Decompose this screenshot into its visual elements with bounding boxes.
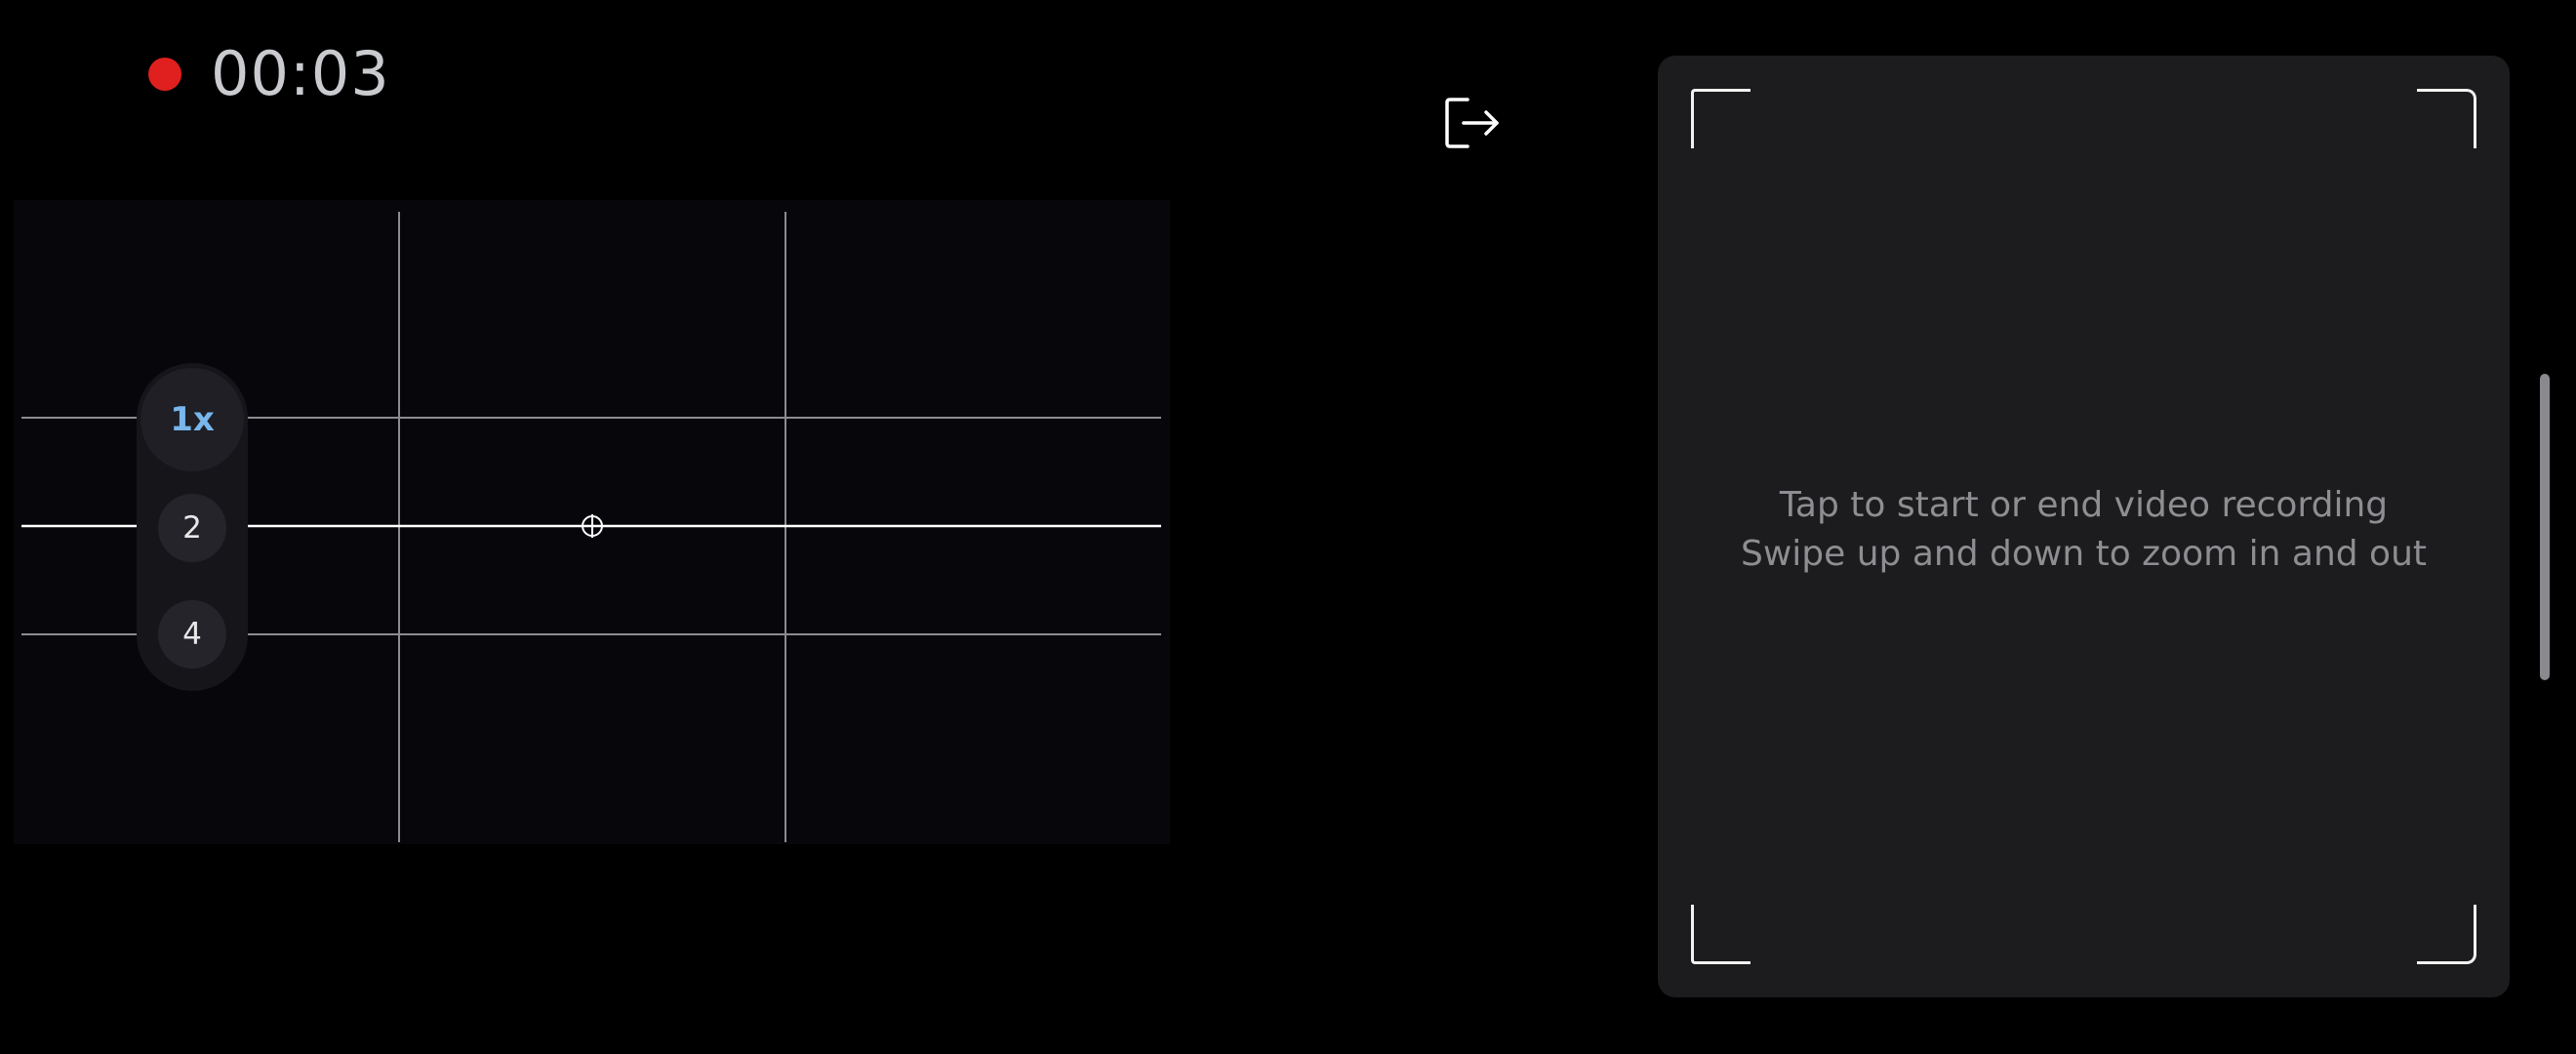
- zoom-2x-button[interactable]: 2: [158, 494, 226, 562]
- exit-button[interactable]: [1442, 94, 1510, 152]
- recording-timer: 00:03: [211, 38, 390, 109]
- instruction-swipe: Swipe up and down to zoom in and out: [1740, 534, 2428, 574]
- scrollbar-thumb[interactable]: [2540, 374, 2550, 680]
- frame-corner-top-right: [2417, 89, 2476, 148]
- frame-corner-top-left: [1691, 89, 1751, 148]
- frame-corner-bottom-left: [1691, 905, 1751, 964]
- recording-dot-icon: [148, 58, 181, 91]
- zoom-4x-button[interactable]: 4: [158, 600, 226, 669]
- recording-indicator: 00:03: [148, 37, 390, 111]
- gesture-touch-panel[interactable]: Tap to start or end video recording Swip…: [1658, 56, 2510, 997]
- frame-corner-bottom-right: [2417, 905, 2476, 964]
- zoom-1x-button[interactable]: 1x: [141, 368, 244, 471]
- exit-icon: [1445, 98, 1499, 148]
- camera-screen: 00:03 1x 2 4 Tap to start or end video r…: [0, 0, 2576, 1054]
- gesture-instructions: Tap to start or end video recording Swip…: [1658, 481, 2510, 579]
- zoom-selector: 1x 2 4: [137, 363, 248, 691]
- instruction-tap: Tap to start or end video recording: [1779, 485, 2389, 525]
